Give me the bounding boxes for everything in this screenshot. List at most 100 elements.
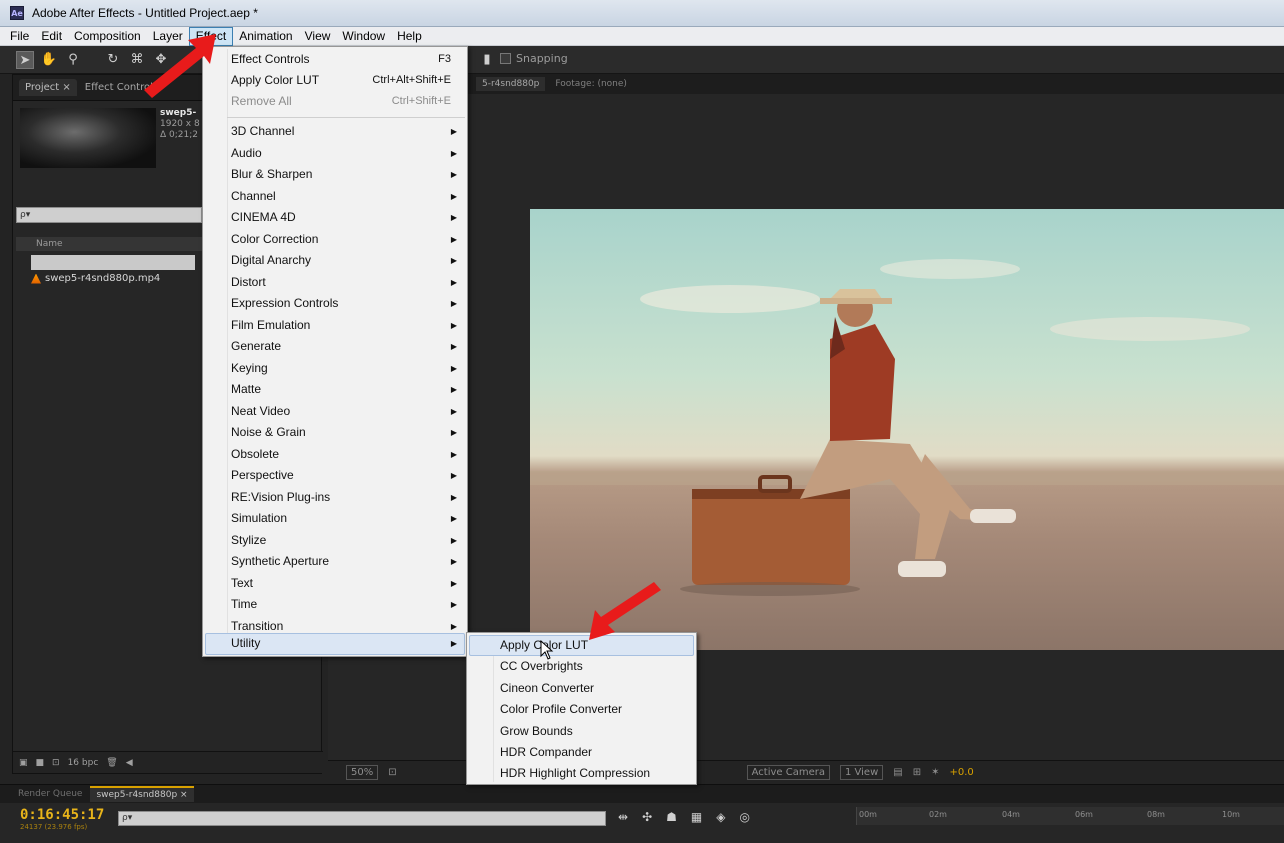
menu-item-generate[interactable]: Generate ▶ [231, 336, 461, 357]
menu-item-text[interactable]: Text ▶ [231, 573, 461, 594]
project-file-item[interactable]: swep5-r4snd880p.mp4 [31, 273, 160, 284]
menu-view[interactable]: View [299, 27, 337, 46]
current-timecode[interactable]: 0:16:45:17 [20, 807, 104, 823]
submenu-arrow-icon: ▶ [450, 191, 457, 201]
fit-icon[interactable]: ⊡ [388, 767, 396, 778]
menu-item-color-correction[interactable]: Color Correction ▶ [231, 229, 461, 250]
trash-icon[interactable]: 🗑 [106, 758, 117, 768]
menu-item-label: 3D Channel [231, 124, 295, 138]
menu-item-expression-controls[interactable]: Expression Controls ▶ [231, 293, 461, 314]
tab-render-queue[interactable]: Render Queue [18, 789, 82, 799]
menu-item-cinema-4d[interactable]: CINEMA 4D ▶ [231, 207, 461, 228]
ruler-label: 04m [1002, 810, 1020, 819]
exposure-icon[interactable]: ✶ [931, 767, 939, 778]
menu-item-effect-controls[interactable]: Effect Controls F3 [231, 49, 461, 70]
menu-item-apply-color-lut[interactable]: Apply Color LUT Ctrl+Alt+Shift+E [231, 70, 461, 91]
submenu-arrow-icon: ▶ [450, 385, 457, 394]
menu-item-stylize[interactable]: Stylize ▶ [231, 530, 461, 551]
menu-item-matte[interactable]: Matte ▶ [231, 379, 461, 400]
fast-preview-icon[interactable]: ⊞ [913, 767, 921, 778]
menu-window[interactable]: Window [336, 27, 391, 46]
comp-mini-flowchart-icon[interactable]: ⇹ [618, 810, 628, 824]
menu-item-distort[interactable]: Distort ▶ [231, 272, 461, 293]
active-camera-select[interactable]: Active Camera [746, 765, 830, 780]
submenu-item-hdr-highlight-compression[interactable]: HDR Highlight Compression [500, 763, 650, 784]
snapping-toggle[interactable]: Snapping [500, 52, 568, 65]
menu-item-keying[interactable]: Keying ▶ [231, 358, 461, 379]
menu-item-blur-sharpen[interactable]: Blur & Sharpen ▶ [231, 164, 461, 185]
column-header-name[interactable]: Name [16, 237, 206, 251]
menu-item-perspective[interactable]: Perspective ▶ [231, 465, 461, 486]
selected-row[interactable] [31, 255, 195, 270]
menu-item-time[interactable]: Time ▶ [231, 594, 461, 615]
mouse-cursor-icon [540, 640, 554, 660]
toggle-pixel-icon[interactable]: ▤ [893, 767, 902, 778]
menu-item-shortcut: Ctrl+Alt+Shift+E [372, 74, 451, 86]
menu-item-label: Time [231, 597, 258, 611]
effect-menu: Effect Controls F3 Apply Color LUT Ctrl+… [202, 46, 468, 657]
menu-item-3d-channel[interactable]: 3D Channel ▶ [231, 121, 461, 142]
submenu-arrow-icon: ▶ [450, 557, 457, 566]
menu-item-obsolete[interactable]: Obsolete ▶ [231, 444, 461, 465]
new-folder-icon[interactable]: ■ [36, 758, 45, 768]
graph-editor-icon[interactable]: ◎ [739, 810, 749, 824]
time-ruler[interactable]: 00m 02m 04m 06m 08m 10m [856, 807, 1284, 825]
zoom-select[interactable]: 50% [346, 765, 379, 780]
menu-item-utility[interactable]: Utility ▶ [231, 633, 461, 654]
menu-item-simulation[interactable]: Simulation ▶ [231, 508, 461, 529]
zoom-tool-icon[interactable]: ⚲ [64, 51, 82, 69]
exposure-value[interactable]: +0.0 [950, 767, 974, 778]
shy-layers-icon[interactable]: ☗ [666, 810, 677, 824]
bpc-label[interactable]: 16 bpc [68, 758, 99, 768]
submenu-arrow-icon: ▶ [450, 127, 457, 136]
draft-3d-icon[interactable]: ✣ [642, 810, 652, 824]
submenu-arrow-icon: ▶ [450, 299, 457, 308]
tab-composition[interactable]: 5-r4snd880p [476, 77, 546, 91]
red-annotation-arrow-icon [589, 582, 661, 640]
menu-item-label: Film Emulation [231, 317, 311, 332]
tab-footage[interactable]: Footage: (none) [555, 79, 627, 89]
hand-tool-icon[interactable]: ✋ [40, 51, 58, 69]
menu-item-neat-video[interactable]: Neat Video ▶ [231, 401, 461, 422]
menu-item-audio[interactable]: Audio ▶ [231, 143, 461, 164]
menu-item-film-emulation[interactable]: Film Emulation ▶ [231, 315, 461, 336]
menu-item-revision-plugins[interactable]: RE:Vision Plug-ins ▶ [231, 487, 461, 508]
interpret-footage-icon[interactable]: ⊡ [52, 758, 60, 768]
tab-project[interactable]: Project × [19, 79, 77, 96]
motion-blur-icon[interactable]: ◈ [716, 810, 725, 824]
vlc-cone-icon [31, 273, 41, 284]
snapping-checkbox[interactable] [500, 53, 511, 64]
menu-item-digital-anarchy[interactable]: Digital Anarchy ▶ [231, 250, 461, 271]
rotation-tool-icon[interactable]: ↻ [104, 51, 122, 69]
frame-blending-icon[interactable]: ▦ [691, 810, 702, 824]
menu-help[interactable]: Help [391, 27, 428, 46]
menu-item-channel[interactable]: Channel ▶ [231, 186, 461, 207]
submenu-item-grow-bounds[interactable]: Grow Bounds [500, 721, 573, 742]
menu-file[interactable]: File [4, 27, 35, 46]
submenu-gutter [493, 635, 494, 782]
menu-item-label: Distort [231, 274, 266, 289]
brush-tool-icon[interactable]: ▮ [478, 51, 496, 69]
timeline-search-input[interactable]: ρ▾ [118, 811, 606, 826]
submenu-item-cineon-converter[interactable]: Cineon Converter [500, 678, 594, 699]
snapping-label: Snapping [516, 52, 568, 65]
menu-item-noise-grain[interactable]: Noise & Grain ▶ [231, 422, 461, 443]
scroll-left-icon[interactable]: ◀ [126, 758, 133, 768]
submenu-item-hdr-compander[interactable]: HDR Compander [500, 742, 592, 763]
submenu-arrow-icon: ▶ [450, 148, 457, 158]
thumb-filename: swep5- [160, 108, 197, 118]
thumb-size: 1920 x 8 [160, 119, 200, 129]
menu-edit[interactable]: Edit [35, 27, 68, 46]
submenu-item-color-profile-converter[interactable]: Color Profile Converter [500, 699, 622, 720]
menu-item-synthetic-aperture[interactable]: Synthetic Aperture ▶ [231, 551, 461, 572]
new-composition-icon[interactable]: ▣ [19, 758, 28, 768]
window-title: Adobe After Effects - Untitled Project.a… [32, 6, 258, 20]
tab-timeline-comp[interactable]: swep5-r4snd880p × [90, 786, 194, 802]
view-layout-select[interactable]: 1 View [839, 765, 884, 780]
project-search-input[interactable]: ρ▾ [16, 207, 202, 223]
menu-item-label: Channel [231, 188, 276, 203]
menu-composition[interactable]: Composition [68, 27, 147, 46]
menu-item-label: Audio [231, 145, 262, 160]
menu-animation[interactable]: Animation [233, 27, 298, 46]
selection-tool-icon[interactable]: ➤ [16, 51, 34, 69]
